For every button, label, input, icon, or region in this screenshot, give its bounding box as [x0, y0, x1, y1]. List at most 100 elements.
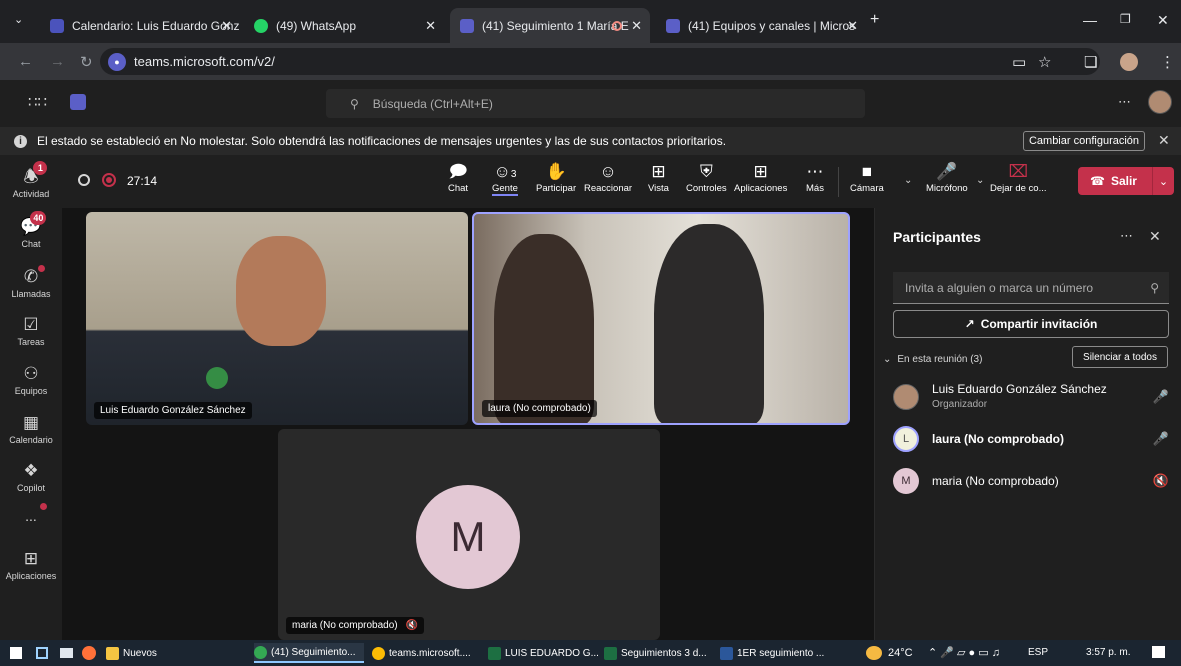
chat-button[interactable]: 🗩 Chat — [448, 161, 468, 194]
rail-label: Llamadas — [11, 289, 51, 299]
share-invite-label: Compartir invitación — [980, 317, 1098, 331]
meeting-timer: 27:14 — [127, 174, 158, 188]
camera-button[interactable]: ■ Cámara — [850, 161, 884, 194]
profile-avatar[interactable] — [1120, 53, 1138, 71]
language-indicator[interactable]: ESP — [1028, 647, 1048, 658]
windows-taskbar: Nuevos (41) Seguimiento... teams.microso… — [0, 640, 1181, 666]
panel-more-icon[interactable]: ⋯ — [1120, 228, 1133, 244]
minimize-icon[interactable]: — — [1083, 12, 1097, 28]
site-info-icon[interactable]: ● — [108, 52, 126, 71]
controls-button[interactable]: ⛨ Controles — [686, 161, 727, 194]
taskbar-item-excel-1[interactable]: LUIS EDUARDO G... — [488, 643, 599, 663]
video-tile-laura[interactable]: laura (No comprobado) — [472, 212, 850, 425]
add-apps-icon: ⊞ — [23, 549, 39, 568]
raise-hand-button[interactable]: ✋ Participar — [536, 161, 576, 194]
window-close-icon[interactable]: ✕ — [1157, 12, 1169, 29]
participant-video — [494, 234, 594, 423]
video-tile-maria[interactable]: M maria (No comprobado) 🔇 — [278, 429, 660, 640]
weather-temp[interactable]: 24°C — [888, 647, 913, 659]
taskbar-item-chrome-1[interactable]: (41) Seguimiento... — [254, 643, 364, 663]
windows-start-icon[interactable] — [10, 647, 22, 659]
taskbar-item-excel-2[interactable]: Seguimientos 3 d... — [604, 643, 714, 663]
rail-item-apps[interactable]: ⊞ Aplicaciones — [0, 541, 62, 589]
tool-label: Más — [806, 183, 824, 194]
leave-options-chevron-icon[interactable]: ⌄ — [1152, 167, 1174, 195]
new-tab-icon[interactable]: + — [870, 11, 879, 29]
close-icon[interactable]: ✕ — [221, 18, 232, 34]
mic-button[interactable]: 🎤 Micrófono — [926, 161, 968, 194]
tile-name-luis: Luis Eduardo González Sánchez — [94, 402, 252, 419]
rail-item-activity[interactable]: 🕭 1 Actividad — [0, 159, 62, 207]
tool-label: Dejar de co... — [990, 183, 1047, 194]
rail-item-chat[interactable]: 💬 40 Chat — [0, 209, 62, 257]
tab-calendar[interactable]: Calendario: Luis Eduardo Gonzá ✕ — [40, 8, 240, 43]
app-launcher-icon[interactable]: ∷∷ — [28, 93, 47, 111]
tray-icons[interactable]: ⌃ 🎤 ▱ ● ▭ ♫ — [928, 646, 1000, 659]
clock[interactable]: 3:57 p. m. — [1086, 647, 1130, 658]
taskbar-item-word[interactable]: 1ER seguimiento ... — [720, 643, 830, 663]
leave-button[interactable]: ☎ Salir — [1078, 167, 1161, 195]
hand-icon: ✋ — [545, 162, 567, 181]
tab-search-icon[interactable]: ⌄ — [14, 13, 23, 26]
avatar: M — [893, 468, 919, 494]
search-input[interactable]: ⚲ Búsqueda (Ctrl+Alt+E) — [326, 89, 865, 118]
bookmark-star-icon[interactable]: ☆ — [1038, 53, 1051, 71]
close-icon[interactable]: ✕ — [425, 18, 436, 34]
view-button[interactable]: ⊞ Vista — [648, 161, 669, 194]
close-icon[interactable]: ✕ — [631, 18, 642, 34]
back-icon[interactable]: ← — [18, 53, 33, 70]
close-icon[interactable]: ✕ — [1149, 228, 1161, 245]
more-button[interactable]: ⋯ Más — [806, 161, 824, 194]
more-options-icon[interactable]: ⋯ — [1118, 94, 1131, 110]
tab-teams-meeting[interactable]: (41) Seguimiento 1 María E ✕ — [450, 8, 650, 43]
mail-icon[interactable] — [60, 648, 73, 658]
chevron-down-icon[interactable]: ⌄ — [904, 175, 912, 186]
people-button[interactable]: ☺3 Gente — [492, 161, 518, 196]
reload-icon[interactable]: ↻ — [80, 53, 93, 71]
invite-input[interactable]: Invita a alguien o marca un número ⚲ — [893, 272, 1169, 304]
notifications-icon[interactable] — [1152, 646, 1165, 658]
chrome-icon — [254, 645, 267, 659]
recording-indicator-icon — [102, 173, 116, 187]
install-app-icon[interactable]: ▭ — [1012, 53, 1026, 71]
tab-whatsapp[interactable]: (49) WhatsApp ✕ — [244, 8, 444, 43]
chevron-down-icon[interactable]: ⌄ — [976, 175, 984, 186]
rail-item-calls[interactable]: ✆ Llamadas — [0, 259, 62, 307]
rail-item-tasks[interactable]: ☑ Tareas — [0, 307, 62, 355]
participant-row[interactable]: Luis Eduardo González Sánchez Organizado… — [893, 380, 1173, 416]
share-invite-button[interactable]: ↗ Compartir invitación — [893, 310, 1169, 338]
participant-row[interactable]: L laura (No comprobado) 🎤 — [893, 422, 1173, 458]
firefox-icon[interactable] — [82, 646, 96, 660]
rail-item-calendar[interactable]: ▦ Calendario — [0, 405, 62, 453]
browser-menu-icon[interactable]: ⋮ — [1160, 53, 1175, 71]
participant-row[interactable]: M maria (No comprobado) 🔇 — [893, 464, 1173, 500]
rail-label: Equipos — [14, 386, 48, 396]
url-field[interactable]: ● teams.microsoft.com/v2/ — [100, 48, 1100, 75]
taskbar-item-folder[interactable]: Nuevos — [106, 643, 157, 663]
rail-item-teams[interactable]: ⚇ Equipos — [0, 356, 62, 404]
forward-icon[interactable]: → — [50, 53, 65, 70]
rail-label: Aplicaciones — [5, 571, 57, 581]
change-settings-button[interactable]: Cambiar configuración — [1023, 131, 1145, 151]
react-button[interactable]: ☺ Reaccionar — [584, 161, 632, 194]
url-text: teams.microsoft.com/v2/ — [134, 54, 275, 69]
user-avatar[interactable] — [1148, 90, 1172, 114]
search-icon: ⚲ — [1150, 280, 1159, 295]
avatar: L — [893, 426, 919, 452]
phone-icon: ✆ — [24, 265, 45, 287]
tab-teams-channels[interactable]: (41) Equipos y canales | Micros ✕ — [656, 8, 866, 43]
rail-item-more[interactable]: ... — [0, 493, 62, 541]
stop-sharing-button[interactable]: ⌧ Dejar de co... — [990, 161, 1047, 194]
close-icon[interactable]: ✕ — [1158, 132, 1170, 149]
restore-icon[interactable]: ❐ — [1120, 12, 1131, 26]
whatsapp-favicon-icon — [254, 18, 268, 33]
close-icon[interactable]: ✕ — [847, 18, 858, 34]
apps-button[interactable]: ⊞ Aplicaciones — [734, 161, 787, 194]
taskview-icon[interactable] — [36, 647, 48, 659]
extensions-icon[interactable]: ❏ — [1084, 53, 1097, 71]
notification-dot — [37, 265, 45, 272]
mute-all-button[interactable]: Silenciar a todos — [1072, 346, 1168, 368]
teams-favicon-icon — [666, 18, 680, 33]
taskbar-item-chrome-2[interactable]: teams.microsoft.... — [372, 643, 482, 663]
video-tile-luis[interactable]: Luis Eduardo González Sánchez — [86, 212, 468, 425]
